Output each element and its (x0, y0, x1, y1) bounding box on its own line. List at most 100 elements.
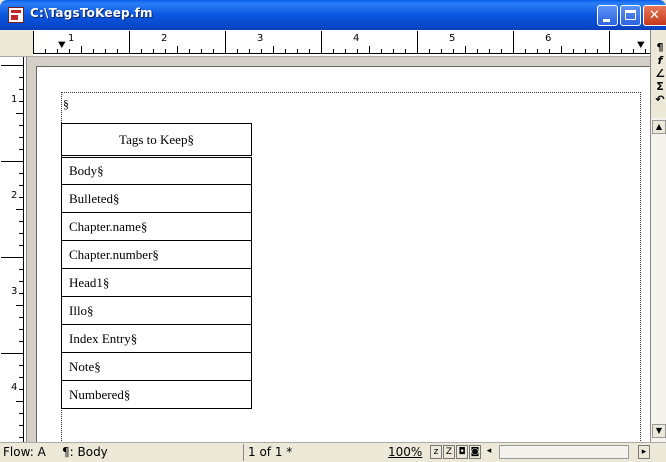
ruler-tick (19, 245, 23, 246)
table-cell[interactable]: Bulleted§ (61, 184, 252, 213)
ruler-tick (19, 413, 23, 414)
ruler-tick (549, 49, 550, 53)
ruler-tick (249, 49, 250, 53)
ruler-tick (177, 46, 178, 53)
ruler-tick (261, 49, 262, 53)
ruler-tick (345, 49, 346, 53)
ruler-number: 2 (11, 190, 18, 201)
page-status[interactable]: 1 of 1 * (248, 445, 292, 459)
ruler-tick (513, 31, 514, 53)
ruler-tick (19, 281, 23, 282)
ruler-tick (573, 49, 574, 53)
ruler-tick (93, 49, 94, 53)
ruler-tick (525, 49, 526, 53)
table-cell[interactable]: Index Entry§ (61, 324, 252, 353)
ruler-tick (19, 233, 23, 234)
ruler-tick (16, 113, 23, 114)
ruler-tick (19, 293, 23, 294)
ruler-tick (1, 161, 23, 162)
ruler-tick (19, 77, 23, 78)
close-button[interactable] (643, 5, 666, 26)
ruler-tick (129, 31, 130, 53)
ruler-tick (477, 49, 478, 53)
tags-table[interactable]: Tags to Keep§ Body§ Bulleted§ Chapter.na… (61, 123, 252, 409)
ruler-number: 5 (449, 33, 456, 44)
title-bar: C:\TagsToKeep.fm (0, 0, 666, 30)
zoom-level[interactable]: 100% (388, 445, 422, 459)
table-cell[interactable]: Numbered§ (61, 380, 252, 409)
paragraph-catalog-icon[interactable]: ¶ (653, 42, 666, 54)
table-cell[interactable]: Chapter.name§ (61, 212, 252, 241)
table-header-cell[interactable]: Tags to Keep§ (61, 123, 252, 158)
ruler-tick (19, 221, 23, 222)
ruler-tick (165, 49, 166, 53)
ruler-tick (633, 49, 634, 53)
next-page-button[interactable]: ◙ (469, 445, 481, 459)
ruler-tick (117, 49, 118, 53)
ruler-tick (19, 185, 23, 186)
document-area[interactable]: § Tags to Keep§ Body§ Bulleted§ Chapter.… (27, 57, 650, 442)
table-anchor-symbol: § (63, 97, 69, 111)
ruler-tick (69, 49, 70, 53)
character-catalog-icon[interactable]: f (653, 55, 666, 67)
scroll-down-arrow-icon[interactable]: ▼ (652, 424, 666, 438)
ruler-tick (81, 46, 82, 53)
ruler-tick (489, 49, 490, 53)
scroll-left-arrow-icon[interactable]: ◂ (483, 445, 495, 459)
scroll-right-arrow-icon[interactable]: ▸ (638, 445, 650, 459)
ruler-tick (225, 31, 226, 53)
table-cell[interactable]: Illo§ (61, 296, 252, 325)
ruler-number: 4 (11, 382, 18, 393)
paragraph-tag-indicator[interactable]: ¶: Body (62, 445, 108, 459)
undo-icon[interactable]: ↶ (653, 94, 666, 106)
ruler-tick (285, 49, 286, 53)
framemaker-doc-icon[interactable] (8, 7, 24, 23)
ruler-tick (297, 49, 298, 53)
ruler-tick (357, 49, 358, 53)
ruler-tick (1, 65, 23, 66)
ruler-tick (621, 49, 622, 53)
ruler-number: 1 (11, 94, 18, 105)
ruler-number: 4 (353, 33, 360, 44)
window-title: C:\TagsToKeep.fm (30, 6, 153, 20)
ruler-tick (19, 341, 23, 342)
ruler-tick (153, 49, 154, 53)
zoom-in-button[interactable]: Z (443, 445, 455, 459)
ruler-tick (333, 49, 334, 53)
ruler-number: 6 (545, 33, 552, 44)
horizontal-scrollbar[interactable] (499, 445, 629, 459)
ruler-tick (19, 101, 23, 102)
ruler-tick (453, 49, 454, 53)
ruler-tick (19, 125, 23, 126)
page[interactable]: § Tags to Keep§ Body§ Bulleted§ Chapter.… (36, 66, 650, 442)
minimize-button[interactable] (597, 5, 618, 26)
table-cell[interactable]: Note§ (61, 352, 252, 381)
ruler-tick (237, 49, 238, 53)
ruler-tick (19, 365, 23, 366)
previous-page-button[interactable]: ◘ (456, 445, 468, 459)
ruler-tick (441, 49, 442, 53)
table-cell[interactable]: Head1§ (61, 268, 252, 297)
ruler-tick (405, 49, 406, 53)
ruler-number: 3 (257, 33, 264, 44)
horizontal-ruler[interactable]: 1 2 3 4 5 6 ⯆ ⯆ (0, 30, 650, 57)
ruler-tick (19, 137, 23, 138)
scroll-up-arrow-icon[interactable]: ▲ (652, 120, 666, 134)
right-indent-marker-icon[interactable]: ⯆ (636, 38, 646, 53)
table-cell[interactable]: Body§ (61, 156, 252, 185)
ruler-tick (45, 49, 46, 53)
table-cell[interactable]: Chapter.number§ (61, 240, 252, 269)
left-indent-marker-icon[interactable]: ⯆ (57, 38, 67, 53)
ruler-tick (417, 31, 418, 53)
zoom-out-button[interactable]: z (430, 445, 442, 459)
equations-icon[interactable]: Σ (653, 81, 666, 93)
graphics-tools-icon[interactable]: ∠ (653, 68, 666, 80)
ruler-tick (19, 389, 23, 390)
ruler-tick (19, 149, 23, 150)
maximize-button[interactable] (620, 5, 641, 26)
vertical-scrollbar[interactable]: ▲ ▼ (650, 118, 666, 442)
ruler-tick (19, 437, 23, 438)
ruler-tick (609, 31, 610, 53)
ruler-tick (105, 49, 106, 53)
ruler-tick (201, 49, 202, 53)
